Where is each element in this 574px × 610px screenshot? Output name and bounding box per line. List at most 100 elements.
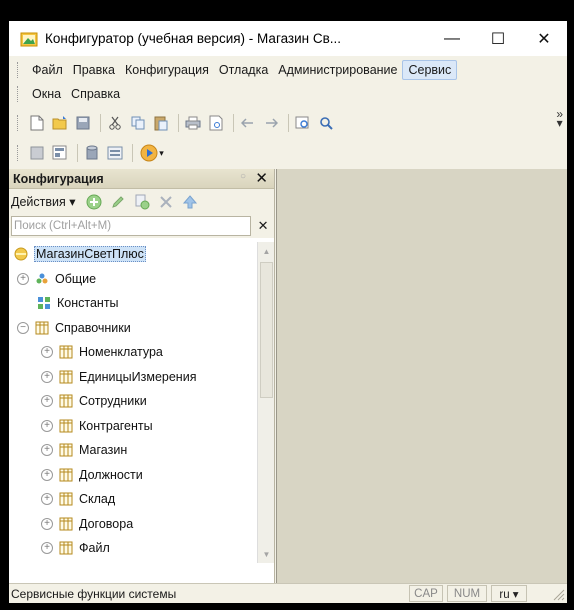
copy-icon[interactable] <box>128 113 148 133</box>
new-document-icon[interactable] <box>27 113 47 133</box>
tree-node-label: Номенклатура <box>79 345 163 360</box>
tree-row[interactable]: + Договора <box>9 512 257 537</box>
menu-grip-2[interactable] <box>17 86 21 102</box>
constants-icon <box>36 295 52 311</box>
update-database-icon[interactable] <box>82 143 102 163</box>
tree-node-label: Общие <box>55 271 97 286</box>
tree-row[interactable]: + Магазин <box>9 438 257 463</box>
move-up-icon[interactable] <box>180 192 200 212</box>
search-input[interactable] <box>11 216 252 236</box>
expand-icon[interactable]: + <box>41 542 53 555</box>
tree-row[interactable]: + ЕдиницыИзмерения <box>9 365 257 390</box>
edit-icon[interactable] <box>108 192 128 212</box>
overflow-icon: » <box>556 107 563 121</box>
tree-node-label: МагазинСветПлюс <box>34 246 146 263</box>
catalog-icon <box>58 540 74 556</box>
copy-item-icon[interactable] <box>132 192 152 212</box>
scroll-up-icon[interactable]: ▲ <box>258 242 275 260</box>
maximize-button[interactable]: ☐ <box>475 21 521 56</box>
tree-row[interactable]: + Склад <box>9 487 257 512</box>
toolbar-overflow-button[interactable]: » ▾ <box>556 107 563 129</box>
common-objects-icon <box>34 271 50 287</box>
delete-icon[interactable] <box>156 192 176 212</box>
catalog-icon <box>58 393 74 409</box>
expand-icon[interactable]: + <box>41 346 53 359</box>
screen-frame: Конфигуратор (учебная версия) - Магазин … <box>0 0 574 610</box>
menu-help[interactable]: Справка <box>66 85 125 103</box>
minimize-button[interactable]: — <box>429 21 475 56</box>
tree-row[interactable]: + Должности <box>9 463 257 488</box>
start-debugging-icon[interactable]: ▾ <box>137 143 167 163</box>
expand-icon[interactable]: + <box>17 272 29 285</box>
open-module-icon[interactable] <box>105 143 125 163</box>
collapse-icon[interactable]: − <box>17 321 29 334</box>
cut-icon[interactable] <box>105 113 125 133</box>
tree-row[interactable]: + Контрагенты <box>9 414 257 439</box>
panel-close-button[interactable]: ✕ <box>255 169 268 187</box>
scroll-down-icon[interactable]: ▼ <box>258 545 275 563</box>
tree-row[interactable]: + Общие <box>9 267 257 292</box>
menu-configuration[interactable]: Конфигурация <box>120 61 214 79</box>
num-lock-indicator: NUM <box>447 585 487 602</box>
undo-icon[interactable] <box>238 113 258 133</box>
workspace-area[interactable] <box>276 169 567 583</box>
menu-debug[interactable]: Отладка <box>214 61 273 79</box>
tree-node-label: Контрагенты <box>79 418 153 433</box>
status-text: Сервисные функции системы <box>11 586 177 601</box>
expand-icon[interactable]: + <box>41 493 53 506</box>
pin-icon[interactable]: ○ <box>240 171 246 182</box>
toolbar-separator <box>77 144 78 162</box>
expand-icon[interactable]: + <box>41 444 53 457</box>
tree-row[interactable]: + Сотрудники <box>9 389 257 414</box>
catalog-icon <box>58 344 74 360</box>
catalog-icon <box>58 418 74 434</box>
main-toolbar: » ▾ <box>9 107 567 136</box>
expand-icon[interactable]: + <box>41 370 53 383</box>
menu-administration[interactable]: Администрирование <box>273 61 402 79</box>
menu-edit[interactable]: Правка <box>68 61 120 79</box>
toolbar-grip[interactable] <box>17 115 21 131</box>
toolbar-grip-2[interactable] <box>17 145 21 161</box>
expand-icon[interactable]: + <box>41 419 53 432</box>
resize-grip-icon[interactable] <box>551 587 565 601</box>
catalogs-icon <box>34 320 50 336</box>
expand-icon[interactable]: + <box>41 468 53 481</box>
tree-node-label: Магазин <box>79 443 128 458</box>
tree-scrollbar[interactable]: ▲ ▼ <box>257 242 274 563</box>
tree-row[interactable]: + Номенклатура <box>9 340 257 365</box>
menu-file[interactable]: Файл <box>27 61 68 79</box>
tree-row[interactable]: − Справочники <box>9 316 257 341</box>
language-selector[interactable]: ru ▾ <box>491 585 527 602</box>
tree-row[interactable]: Константы <box>9 291 257 316</box>
window-list-icon[interactable] <box>27 143 47 163</box>
search-clear-button[interactable]: ✕ <box>254 217 272 235</box>
print-icon[interactable] <box>183 113 203 133</box>
find-in-document-icon[interactable] <box>293 113 313 133</box>
panel-title: Конфигурация <box>13 171 104 186</box>
menu-row-2: Окна Справка <box>9 82 567 106</box>
tree-node-label: Справочники <box>55 320 131 335</box>
syntax-check-icon[interactable] <box>50 143 70 163</box>
open-folder-icon[interactable] <box>50 113 70 133</box>
tree-row[interactable]: МагазинСветПлюс <box>9 242 257 267</box>
title-bar[interactable]: Конфигуратор (учебная версия) - Магазин … <box>9 21 567 56</box>
scroll-thumb[interactable] <box>260 262 273 398</box>
paste-icon[interactable] <box>151 113 171 133</box>
menu-service[interactable]: Сервис <box>402 60 458 80</box>
caps-lock-indicator: CAP <box>409 585 443 602</box>
menu-windows[interactable]: Окна <box>27 85 66 103</box>
frame-top <box>0 0 574 21</box>
actions-menu-button[interactable]: Действия ▾ <box>11 194 76 209</box>
expand-icon[interactable]: + <box>41 395 53 408</box>
tree-row[interactable]: + Файл <box>9 536 257 561</box>
print-preview-icon[interactable] <box>206 113 226 133</box>
close-button[interactable]: ✕ <box>521 21 567 56</box>
add-icon[interactable] <box>84 192 104 212</box>
search-icon[interactable] <box>316 113 336 133</box>
redo-icon[interactable] <box>261 113 281 133</box>
catalog-icon <box>58 491 74 507</box>
save-icon[interactable] <box>73 113 93 133</box>
expand-icon[interactable]: + <box>41 517 53 530</box>
menu-grip[interactable] <box>17 62 21 78</box>
panel-header: Конфигурация ○ ✕ <box>9 169 274 189</box>
